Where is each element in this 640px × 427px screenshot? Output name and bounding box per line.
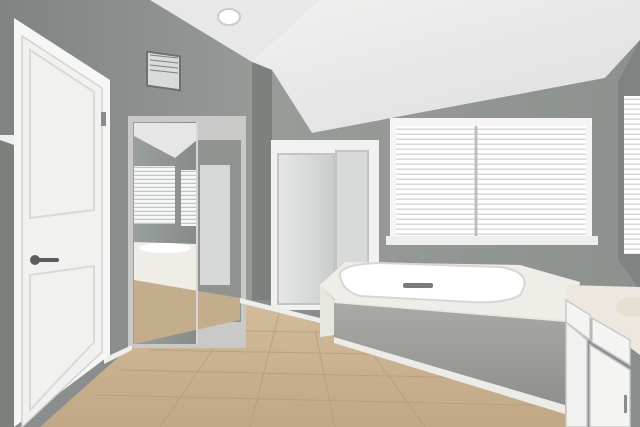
window-sill: [386, 236, 598, 245]
door-hinge: [101, 112, 106, 126]
vanity-handle: [624, 395, 627, 413]
center-column: [252, 62, 272, 300]
bathroom-scene: [0, 0, 640, 427]
left-door-edge: [0, 140, 14, 427]
window-blinds: [396, 126, 586, 238]
recessed-light: [217, 8, 241, 26]
shower-glass-panel: [335, 150, 369, 274]
mirror-reflection-shower: [200, 165, 230, 285]
mirror-reflection-window: [134, 166, 175, 224]
tub-faucet: [403, 283, 433, 288]
bathroom-photo: [0, 0, 640, 427]
side-window-blinds: [624, 96, 640, 254]
vanity-cabinet-door: [565, 320, 588, 427]
tub-basin: [338, 261, 526, 304]
mirror-reflection-window-2: [181, 170, 197, 226]
